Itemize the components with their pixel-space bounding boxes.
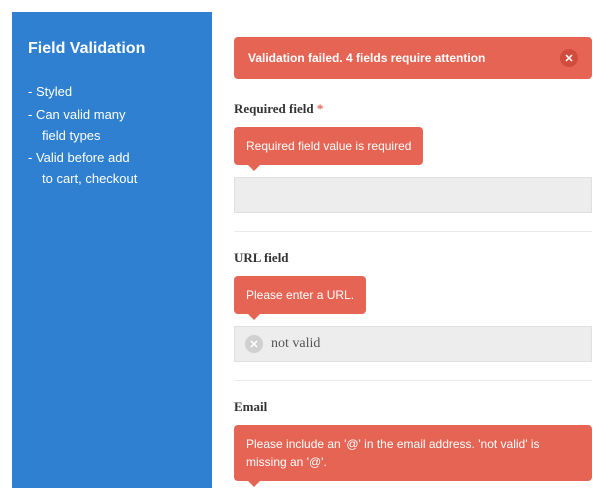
sidebar-item-text: - Styled: [28, 84, 72, 99]
error-tooltip: Please include an '@' in the email addre…: [234, 425, 592, 481]
required-input[interactable]: [234, 177, 592, 213]
field-label: URL field: [234, 250, 592, 266]
sidebar-item: - Valid before add to cart, checkout: [28, 148, 196, 190]
url-input-wrapper[interactable]: ✕: [234, 326, 592, 362]
field-email: Email Please include an '@' in the email…: [234, 399, 592, 488]
sidebar-item: - Styled: [28, 82, 196, 103]
close-icon[interactable]: ✕: [560, 49, 578, 67]
sidebar-item-cont: field types: [28, 126, 196, 147]
sidebar-title: Field Validation: [28, 40, 196, 58]
field-required: Required field * Required field value is…: [234, 101, 592, 232]
sidebar-item-text: - Can valid many: [28, 107, 126, 122]
error-tooltip: Required field value is required: [234, 127, 423, 165]
url-input[interactable]: [271, 336, 581, 352]
alert-message: Validation failed. 4 fields require atte…: [248, 51, 485, 65]
required-mark: *: [314, 101, 324, 116]
invalid-icon: ✕: [245, 335, 263, 353]
label-text: Required field: [234, 101, 314, 116]
sidebar-item-text: - Valid before add: [28, 150, 130, 165]
validation-alert: Validation failed. 4 fields require atte…: [234, 37, 592, 79]
sidebar: Field Validation - Styled - Can valid ma…: [12, 12, 212, 488]
error-tooltip: Please enter a URL.: [234, 276, 366, 314]
field-url: URL field Please enter a URL. ✕: [234, 250, 592, 381]
field-label: Required field *: [234, 101, 592, 117]
main-panel: Validation failed. 4 fields require atte…: [212, 12, 604, 488]
sidebar-item: - Can valid many field types: [28, 105, 196, 147]
sidebar-item-cont: to cart, checkout: [28, 169, 196, 190]
field-label: Email: [234, 399, 592, 415]
sidebar-list: - Styled - Can valid many field types - …: [28, 82, 196, 190]
